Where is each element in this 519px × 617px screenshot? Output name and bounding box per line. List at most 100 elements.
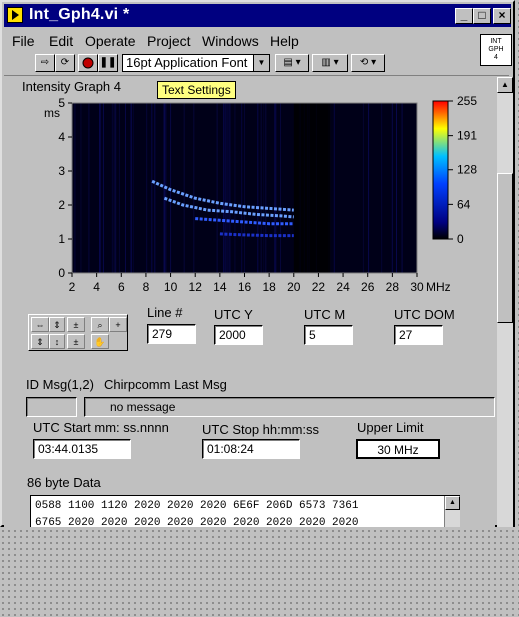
noise-column: [362, 103, 364, 273]
y-format-icon[interactable]: ±: [67, 334, 85, 349]
crosshair-icon[interactable]: +: [109, 317, 127, 332]
colorbar-axis: 255 191 128 64 0: [448, 95, 477, 246]
colorbar-tick-label: 128: [457, 163, 477, 177]
id-msg-field[interactable]: [26, 397, 77, 417]
y-tick-label: 3: [58, 164, 65, 178]
utc-stop-field[interactable]: 01:08:24: [202, 439, 300, 459]
xy-zoom-icon[interactable]: ⇕: [49, 317, 65, 332]
utc-y-field[interactable]: 2000: [214, 325, 263, 345]
utc-dom-label: UTC DOM: [394, 307, 455, 322]
maximize-button[interactable]: □: [473, 8, 491, 24]
noise-column: [381, 103, 383, 273]
noise-column: [193, 103, 195, 273]
noise-column: [391, 103, 393, 273]
title-bar[interactable]: Int_Gph4.vi * _ □ ×: [4, 4, 511, 27]
noise-column: [115, 103, 117, 273]
x-tick-label: 4: [93, 280, 100, 294]
noise-column: [102, 103, 104, 273]
scroll-up-icon[interactable]: ▲: [445, 496, 460, 510]
reorder-icon[interactable]: ⟲ ▾: [351, 54, 385, 72]
y-unit-label: ms: [44, 106, 60, 120]
menu-project[interactable]: Project: [147, 33, 191, 49]
intensity-graph[interactable]: 012345 2 4 6 8 10 12 14 16 18 20 22 24 26 28 30 ms MHz…: [4, 95, 495, 320]
font-selector[interactable]: 16pt Application Font ▼: [122, 54, 270, 72]
chevron-down-icon: ▼: [253, 55, 269, 71]
noise-column: [241, 103, 243, 273]
utc-m-label: UTC M: [304, 307, 346, 322]
menu-help[interactable]: Help: [270, 33, 299, 49]
noise-column: [244, 103, 245, 273]
run-continuous-icon[interactable]: ⟳: [55, 54, 75, 72]
line-number-label: Line #: [147, 305, 183, 320]
noise-column: [333, 103, 335, 273]
utc-m-field[interactable]: 5: [304, 325, 353, 345]
pause-icon[interactable]: ❚❚: [98, 54, 118, 72]
colorbar[interactable]: [432, 100, 449, 240]
font-selector-value: 16pt Application Font: [126, 55, 248, 70]
utc-start-field[interactable]: 03:44.0135: [33, 439, 131, 459]
x-tick-label: 28: [386, 280, 400, 294]
colorbar-tick-label: 64: [457, 197, 471, 211]
noise-column: [118, 103, 120, 273]
noise-column: [227, 103, 229, 273]
x-zoom-icon[interactable]: ⇔: [31, 317, 49, 332]
upper-limit-field[interactable]: 30 MHz: [356, 439, 440, 459]
noise-column: [100, 103, 102, 273]
noise-column: [223, 103, 225, 273]
utc-stop-label: UTC Stop hh:mm:ss: [202, 422, 320, 437]
noise-column: [111, 103, 113, 273]
y-lock-icon[interactable]: ↕: [49, 334, 65, 349]
noise-column: [216, 103, 218, 273]
vi-connector-icon[interactable]: INT GPH 4: [480, 34, 512, 66]
run-arrow-icon[interactable]: ⇨: [35, 54, 55, 72]
y-zoom-icon[interactable]: ⇕: [31, 334, 49, 349]
chirp-field[interactable]: no message: [84, 397, 495, 417]
distribute-icon[interactable]: ▥ ▾: [312, 54, 348, 72]
panel-scrollbar[interactable]: ▲: [497, 77, 513, 527]
scroll-thumb[interactable]: [497, 173, 513, 323]
menu-file[interactable]: File: [12, 33, 35, 49]
noise-column: [224, 103, 226, 273]
vi-window: Int_Gph4.vi * _ □ × File Edit Operate Pr…: [0, 0, 515, 527]
noise-column: [74, 103, 76, 273]
minimize-button[interactable]: _: [455, 8, 473, 24]
menu-operate[interactable]: Operate: [85, 33, 136, 49]
menu-windows[interactable]: Windows: [202, 33, 259, 49]
byte-data-display[interactable]: 0588 1100 1120 2020 2020 2020 6E6F 206D …: [30, 495, 460, 527]
id-msg-label: ID Msg(1,2): [26, 377, 94, 392]
zoom-icon[interactable]: ⌕: [91, 317, 109, 332]
vi-icon-line: GPH: [488, 46, 504, 53]
pan-hand-icon[interactable]: ✋: [91, 334, 109, 349]
graph-label: Intensity Graph 4: [22, 79, 121, 94]
noise-column: [146, 103, 148, 273]
toolbar: ⇨ ⟳ ❚❚ 16pt Application Font ▼ ▤ ▾ ▥ ▾ ⟲…: [2, 52, 472, 74]
x-tick-label: 22: [312, 280, 326, 294]
noise-column: [260, 103, 262, 273]
noise-column: [88, 103, 90, 273]
utc-start-label: UTC Start mm: ss.nnnn: [33, 420, 169, 435]
utc-dom-field[interactable]: 27: [394, 325, 443, 345]
vi-icon-line: 4: [494, 54, 498, 61]
format-x-icon[interactable]: ±: [67, 317, 85, 332]
x-tick-label: 20: [287, 280, 301, 294]
data-scrollbar[interactable]: ▲: [444, 496, 460, 527]
scroll-up-icon[interactable]: ▲: [497, 77, 513, 93]
noise-column: [151, 103, 153, 273]
noise-column: [229, 103, 231, 273]
close-button[interactable]: ×: [493, 8, 511, 24]
noise-column: [396, 103, 397, 273]
noise-column: [263, 103, 265, 273]
window-title: Int_Gph4.vi *: [29, 6, 130, 23]
labview-vi-icon[interactable]: [7, 7, 23, 23]
x-tick-label: 14: [213, 280, 227, 294]
line-number-field[interactable]: 279: [147, 324, 196, 344]
noise-column: [280, 103, 281, 273]
align-icon[interactable]: ▤ ▾: [275, 54, 309, 72]
abort-icon[interactable]: [78, 54, 98, 72]
noise-column: [125, 103, 126, 273]
x-tick-label: 10: [164, 280, 178, 294]
noise-column: [183, 103, 185, 273]
menu-edit[interactable]: Edit: [49, 33, 73, 49]
x-tick-label: 18: [262, 280, 276, 294]
noise-column: [257, 103, 259, 273]
